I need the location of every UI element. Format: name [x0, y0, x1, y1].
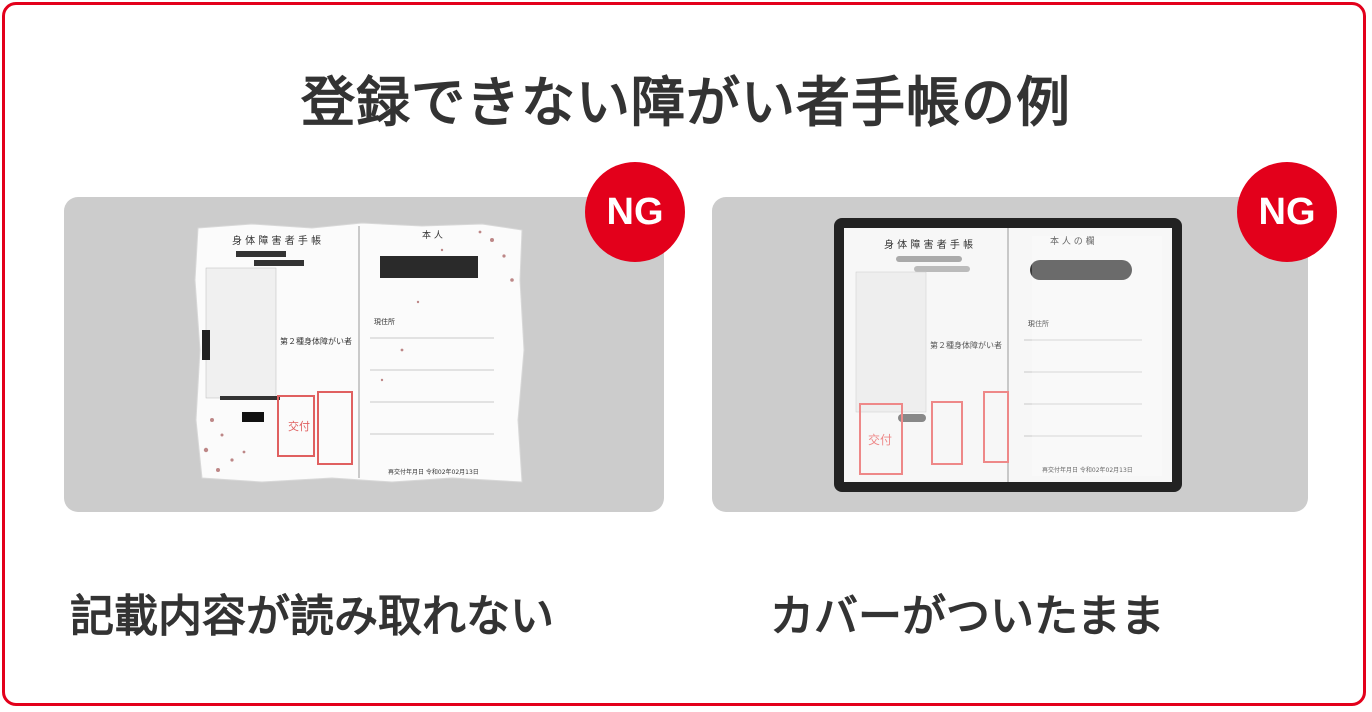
covered-booklet-image: 身 体 障 害 者 手 帳 第２種身体障がい者 交付 本 人 の 欄 現住所 再… [834, 218, 1182, 492]
caption-unreadable: 記載内容が読み取れない [70, 591, 554, 642]
grade-label: 第２種身体障がい者 [930, 340, 1002, 350]
damaged-booklet-image: 身 体 障 害 者 手 帳 第２種身体障がい者 交付 本 人 現住所 再交付年月… [194, 222, 525, 483]
ng-badge: NG [585, 162, 685, 262]
ng-badge: NG [1237, 162, 1337, 262]
page-title: 登録できない障がい者手帳の例 [301, 71, 1071, 134]
grade-label: 第２種身体障がい者 [280, 336, 352, 346]
seal-text: 交付 [288, 419, 310, 433]
left-page-header: 身 体 障 害 者 手 帳 [232, 234, 321, 247]
seal-text: 交付 [868, 432, 892, 447]
left-page-header: 身 体 障 害 者 手 帳 [884, 238, 973, 251]
reissue-date: 再交付年月日 令和02年02月13日 [388, 468, 479, 476]
right-page-header: 本 人 [422, 229, 443, 241]
address-label: 現住所 [374, 317, 395, 326]
caption-with-cover: カバーがついたまま [770, 591, 1165, 642]
